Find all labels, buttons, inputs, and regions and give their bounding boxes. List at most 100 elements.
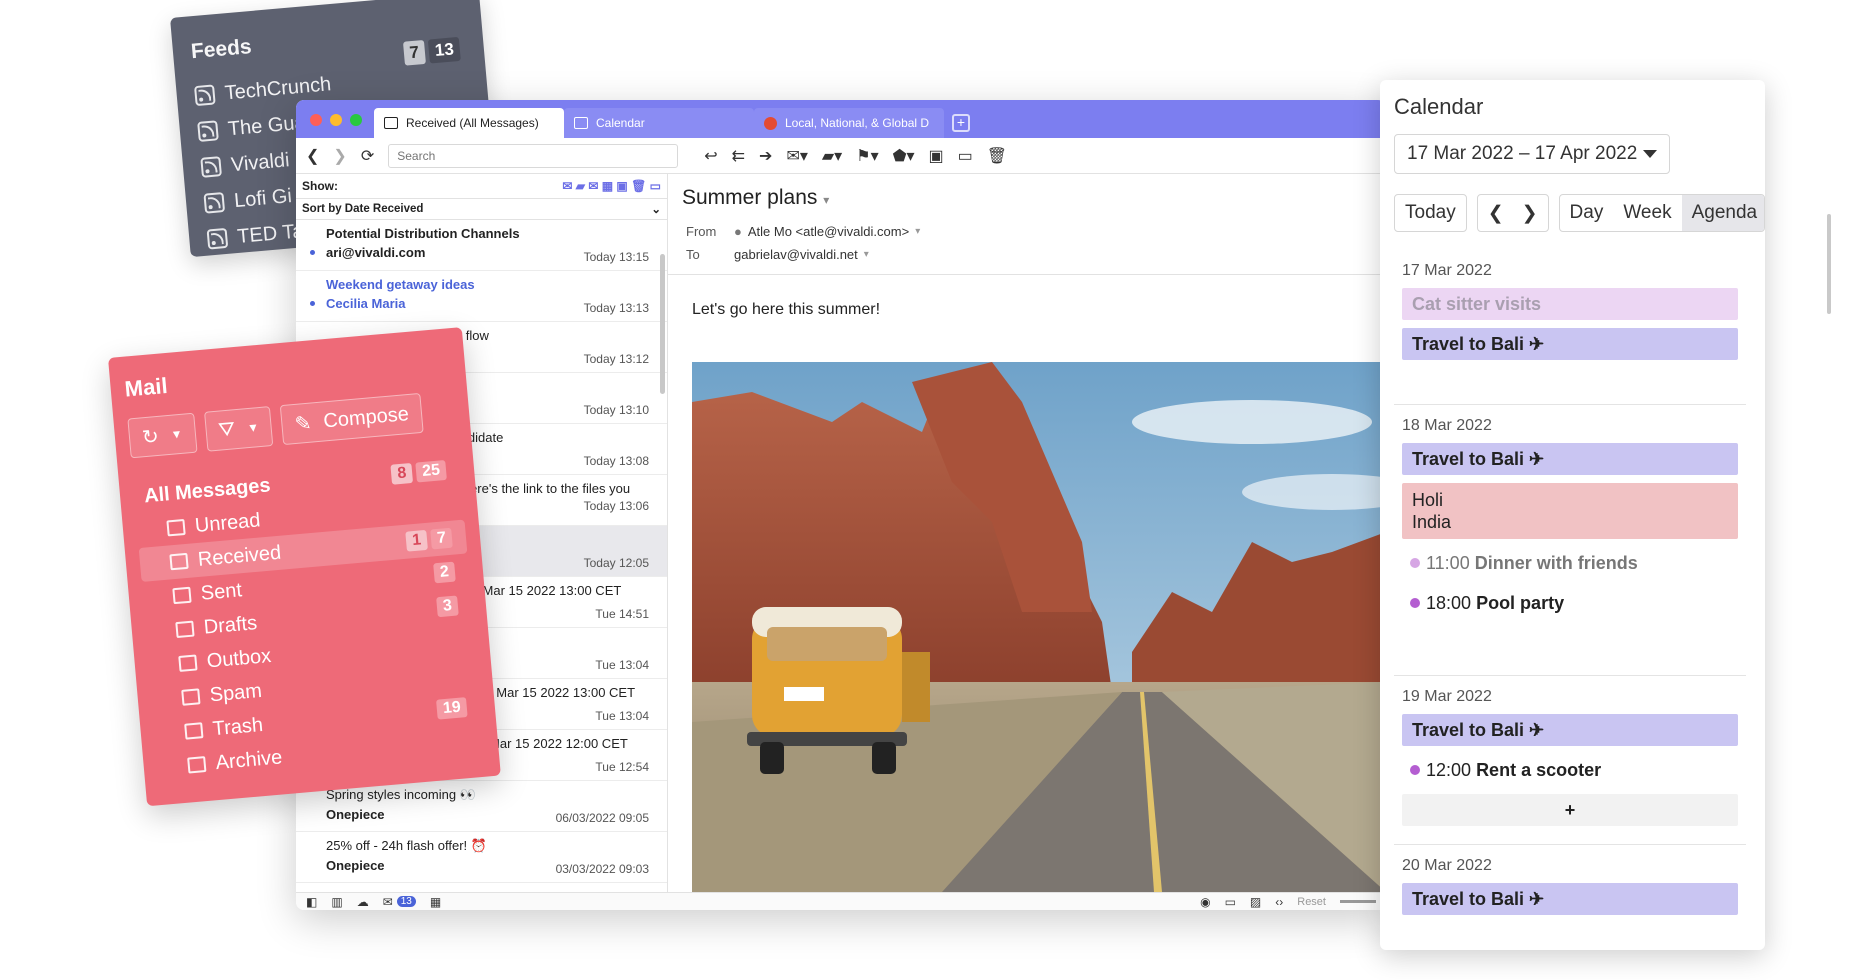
view-day-button[interactable]: Day (1560, 195, 1614, 231)
zoom-slider[interactable] (1340, 900, 1376, 903)
camera-icon[interactable]: ◉ (1200, 895, 1210, 909)
unread-dot (310, 301, 315, 306)
rss-icon (206, 227, 229, 250)
list-scrollbar[interactable] (660, 254, 665, 394)
view-week-button[interactable]: Week (1613, 195, 1681, 231)
rss-icon (197, 120, 219, 142)
inbox-icon (169, 552, 189, 571)
desert-road-van-image (692, 362, 1386, 892)
calendar-status-icon[interactable]: ▦ (430, 895, 441, 909)
event-dot (1410, 558, 1420, 568)
search-input[interactable] (388, 143, 679, 168)
to-row: To gabrielav@vivaldi.net ▾ (686, 247, 869, 262)
chevron-down-icon[interactable]: ▾ (915, 226, 920, 237)
chevron-down-icon[interactable]: ▾ (864, 249, 869, 260)
message-row[interactable]: Weekend getaway ideas Cecilia Maria Toda… (296, 271, 667, 322)
calendar-event[interactable]: Travel to Bali ✈ (1402, 883, 1738, 915)
calendar-event[interactable]: Travel to Bali ✈ (1402, 714, 1738, 746)
mail-status-icon[interactable]: ✉ (383, 895, 393, 909)
tab-calendar[interactable]: Calendar (564, 108, 754, 138)
trash-icon[interactable]: 🗑 (987, 146, 1007, 166)
reload-icon[interactable]: ⟳ (361, 146, 374, 166)
calendar-event[interactable]: Travel to Bali ✈ (1402, 443, 1738, 475)
calendar-event[interactable]: Cat sitter visits (1402, 288, 1738, 320)
message-row[interactable]: Spring styles incoming 👀 Onepiece 06/03/… (296, 781, 667, 832)
view-agenda-button[interactable]: Agenda (1681, 195, 1764, 231)
close-window-button[interactable] (310, 114, 322, 126)
filter-button[interactable]: ⛛ ▼ (203, 406, 274, 452)
reply-icon[interactable]: ↩ (704, 146, 717, 166)
message-reader: Summer plans ▾ From ● Atle Mo <atle@viva… (668, 174, 1386, 892)
calendar-event[interactable]: 11:00 Dinner with friends (1402, 547, 1738, 579)
message-subject: Summer plans ▾ (682, 186, 830, 209)
move-folder-icon[interactable]: ▰▾ (822, 146, 842, 166)
agenda-day: 20 Mar 2022 Travel to Bali ✈ (1394, 845, 1746, 933)
agenda-list: 17 Mar 2022 Cat sitter visits Travel to … (1394, 250, 1746, 933)
new-tab-button[interactable]: + (952, 114, 970, 132)
minimize-window-button[interactable] (330, 114, 342, 126)
zoom-window-button[interactable] (350, 114, 362, 126)
date-range-dropdown[interactable]: 17 Mar 2022 – 17 Apr 2022 (1394, 134, 1670, 174)
calendar-event[interactable]: Holi India (1402, 483, 1738, 539)
rss-icon (194, 84, 216, 107)
refresh-icon: ↻ (141, 425, 160, 449)
embedded-photo (692, 362, 1386, 892)
feeds-total-badge: 13 (427, 36, 461, 64)
view-switcher: Day Week Agenda (1558, 194, 1765, 232)
zoom-reset-button[interactable]: Reset (1297, 896, 1326, 908)
calendar-icon (574, 117, 588, 129)
tag-icon[interactable]: ⬟▾ (893, 146, 915, 166)
tab-tiling-icon[interactable]: ▥ (331, 895, 342, 909)
status-bar: ◧ ▥ ☁ ✉ 13 ▦ ◉ ▭ ▨ ‹› Reset (296, 892, 1386, 910)
back-icon[interactable]: ❮ (306, 146, 319, 166)
event-dot (1410, 765, 1420, 775)
forward-icon[interactable]: ❯ (333, 146, 346, 166)
send-icon (172, 586, 192, 605)
calendar-event[interactable]: 18:00 Pool party (1402, 587, 1738, 619)
site-favicon-icon (764, 116, 777, 130)
tab-news[interactable]: Local, National, & Global D (754, 108, 944, 138)
compose-button[interactable]: ✎ Compose (280, 392, 424, 446)
filter-icon: ⛛ (217, 417, 237, 442)
code-icon[interactable]: ‹› (1275, 895, 1283, 909)
sync-cloud-icon[interactable]: ☁ (357, 895, 369, 909)
from-row: From ● Atle Mo <atle@vivaldi.com> ▾ (686, 224, 921, 239)
chevron-down-icon: ▼ (170, 426, 184, 442)
chevron-down-icon[interactable]: ▾ (823, 193, 829, 207)
tab-received[interactable]: Received (All Messages) (374, 108, 564, 138)
recipient-address[interactable]: gabrielav@vivaldi.net (734, 247, 858, 262)
calendar-event[interactable]: Travel to Bali ✈ (1402, 328, 1738, 360)
chevron-right-icon[interactable]: ❯ (1522, 202, 1538, 225)
message-row[interactable]: Potential Distribution Channels ari@viva… (296, 220, 667, 271)
sort-dropdown[interactable]: Sort by Date Received ⌄ (296, 198, 667, 220)
show-filter-row: Show: ✉ ▰ ✉ ▦ ▣ 🗑 ▭ (302, 179, 661, 193)
agenda-day: 18 Mar 2022 Travel to Bali ✈ Holi India … (1394, 405, 1746, 676)
window-icon[interactable]: ▭ (1225, 895, 1236, 909)
message-row[interactable]: 25% off - 24h flash offer! ⏰ Onepiece 03… (296, 832, 667, 883)
calendar-scrollbar[interactable] (1827, 214, 1831, 314)
forward-mail-icon[interactable]: ➔ (759, 146, 772, 166)
window-controls (310, 114, 362, 126)
today-button[interactable]: Today (1394, 194, 1467, 232)
avatar-icon: ● (734, 224, 742, 239)
agenda-day: 19 Mar 2022 Travel to Bali ✈ 12:00 Rent … (1394, 676, 1746, 845)
archive-icon (187, 756, 207, 774)
rss-icon (200, 156, 222, 178)
reply-all-icon[interactable]: ⇇ (732, 146, 745, 166)
image-toggle-icon[interactable]: ▨ (1250, 895, 1261, 909)
calendar-nav: Today ❮ ❯ Day Week Agenda (1394, 194, 1765, 232)
mail-toolbar: ❮ ❯ ⟳ ↩ ⇇ ➔ ✉▾ ▰▾ ⚑▾ ⬟▾ ▣ ▭ 🗑 (296, 138, 1386, 174)
spam-icon[interactable]: ▣ (929, 146, 944, 166)
mark-read-icon[interactable]: ✉▾ (786, 146, 807, 166)
chevron-left-icon[interactable]: ❮ (1488, 202, 1504, 225)
calendar-panel: Calendar 17 Mar 2022 – 17 Apr 2022 Today… (1380, 80, 1765, 950)
filter-icons[interactable]: ✉ ▰ ✉ ▦ ▣ 🗑 ▭ (562, 179, 661, 193)
check-mail-button[interactable]: ↻ ▼ (127, 412, 198, 459)
sender-address[interactable]: Atle Mo <atle@vivaldi.com> (748, 224, 909, 239)
trash-icon (184, 722, 204, 740)
archive-icon[interactable]: ▭ (958, 146, 973, 166)
add-event-button[interactable]: + (1402, 794, 1738, 826)
calendar-event[interactable]: 12:00 Rent a scooter (1402, 754, 1738, 786)
flag-icon[interactable]: ⚑▾ (856, 146, 878, 166)
panel-toggle-icon[interactable]: ◧ (306, 895, 317, 909)
